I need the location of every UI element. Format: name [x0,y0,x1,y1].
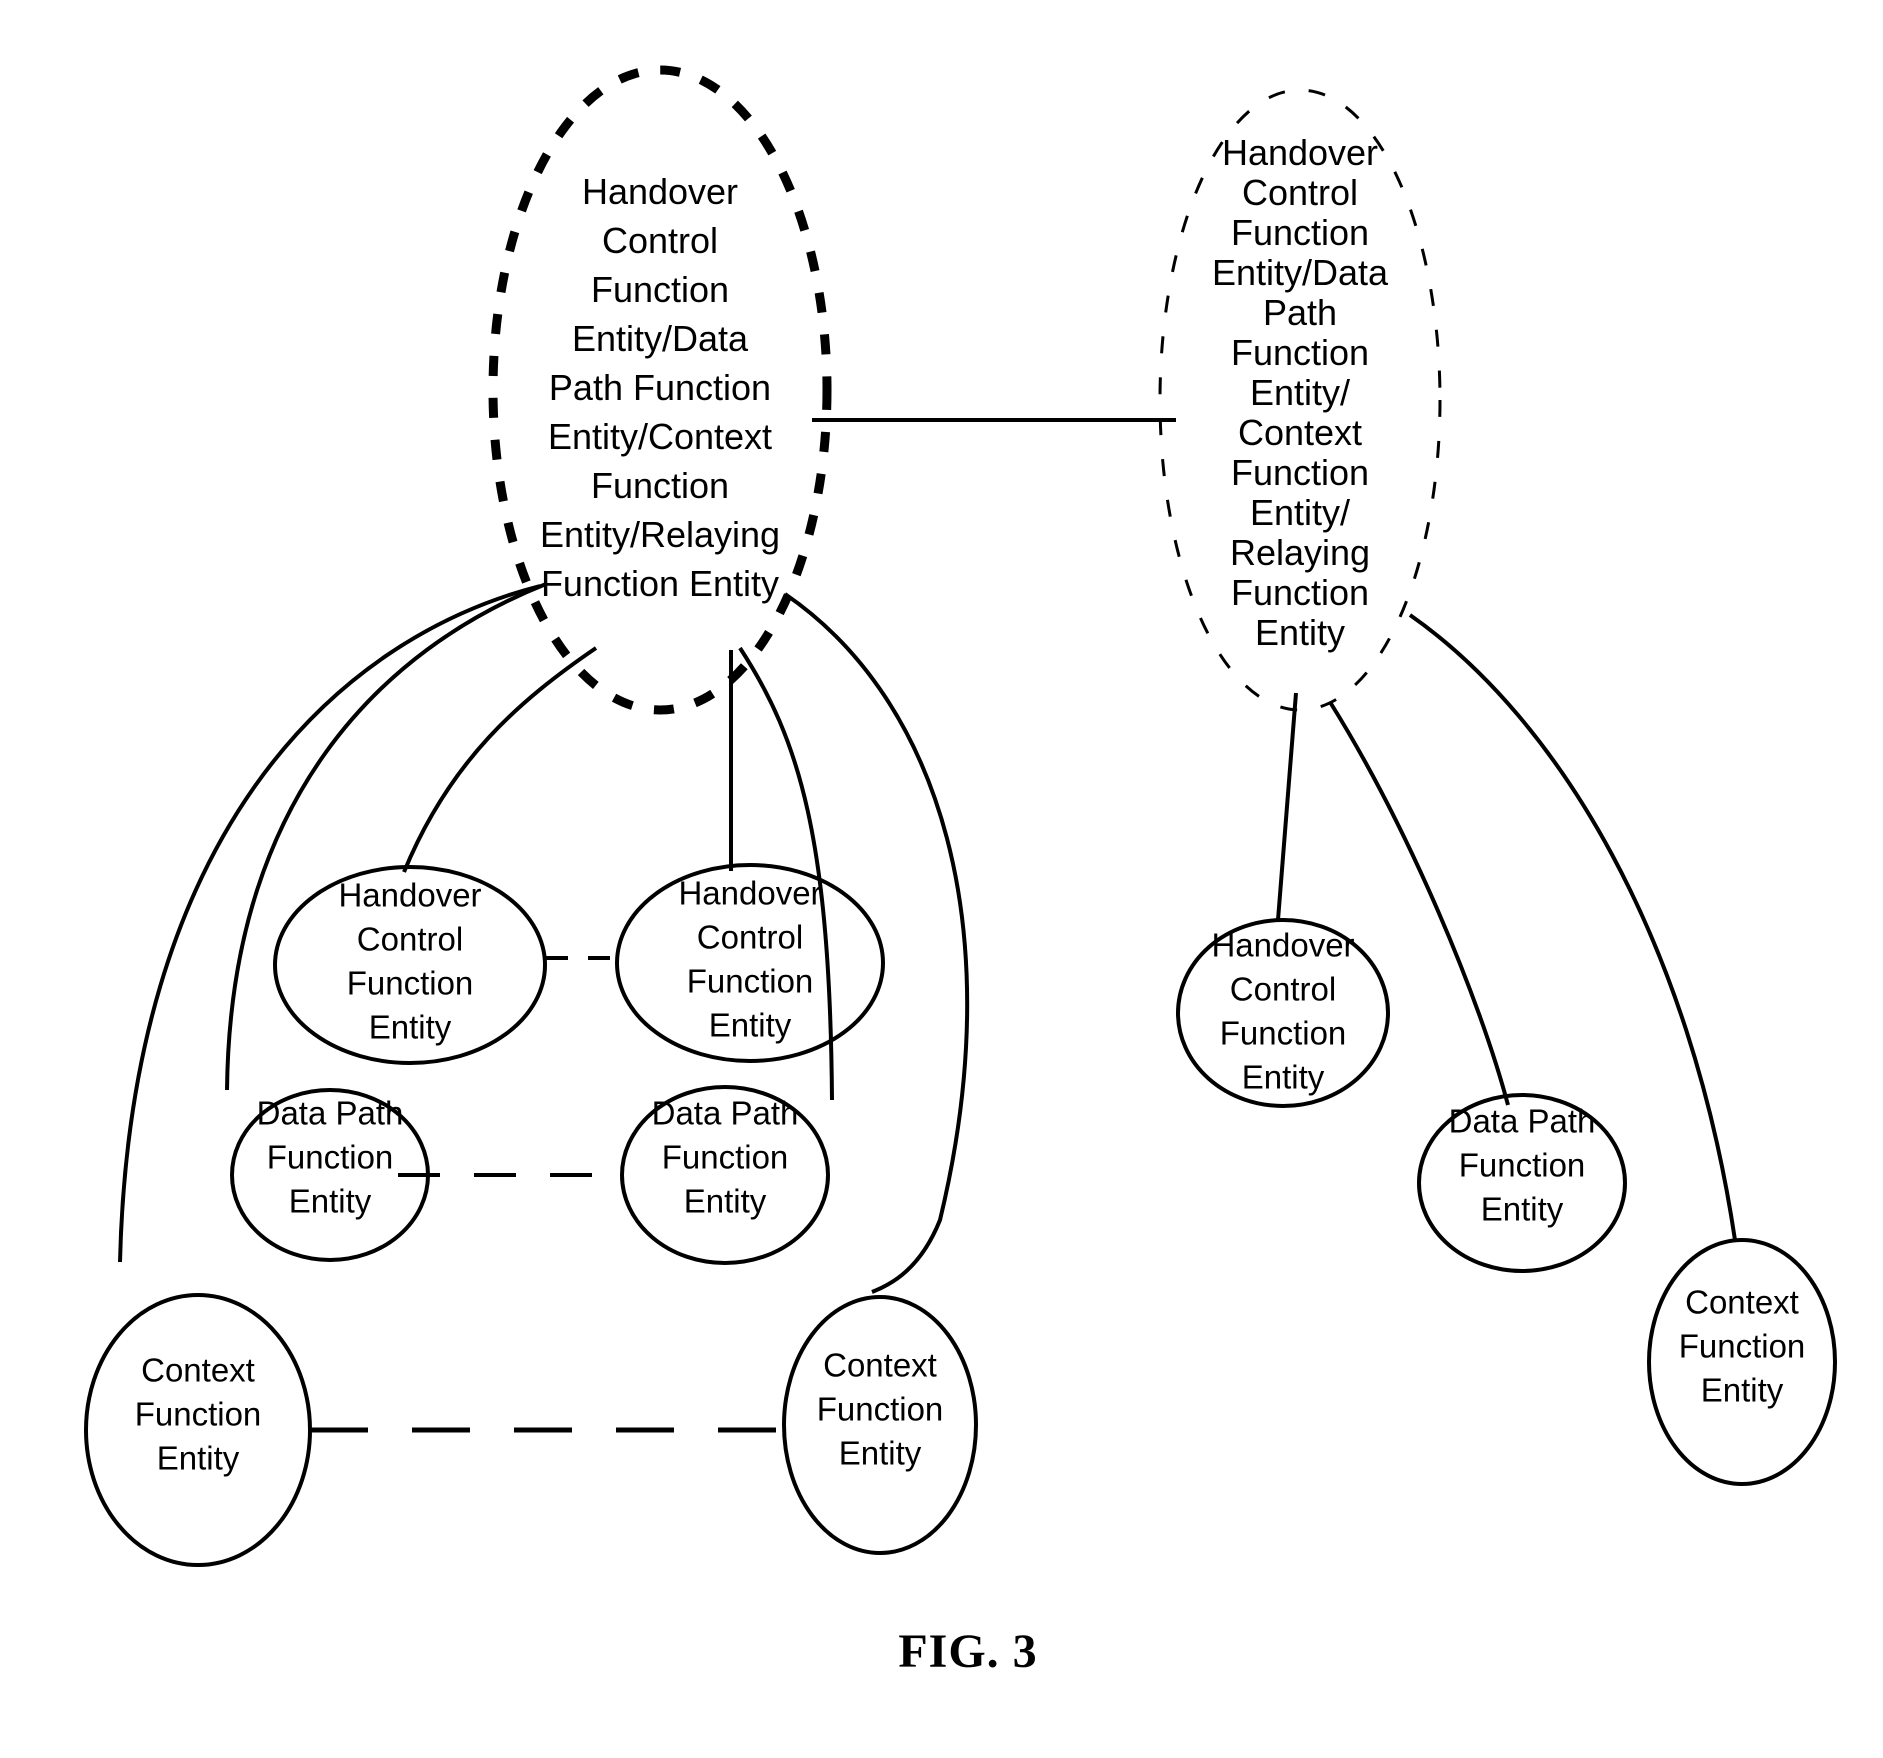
left-group-line-2: Function [591,269,729,310]
node-dpfe-right-1-line-2: Entity [1481,1191,1564,1228]
right-group-line-7: Context [1238,412,1362,453]
right-group-line-5: Function [1231,332,1369,373]
node-dpfe-left-1-line-0: Data Path [257,1095,404,1132]
node-hcfe-right-1-line-0: Handover [1211,927,1354,964]
right-group-line-3: Entity/Data [1212,252,1389,293]
node-hcfe-left-2-line-1: Control [697,919,803,956]
patent-figure: Handover Control Function Entity/Data Pa… [0,0,1883,1758]
node-hcfe-left-1-line-3: Entity [369,1009,452,1046]
node-dpfe-right-1[interactable]: Data Path Function Entity [1417,1093,1627,1273]
left-group-line-4: Path Function [549,367,771,408]
right-group-ellipse[interactable]: Handover Control Function Entity/Data Pa… [1158,88,1442,712]
left-group-line-7: Entity/Relaying [540,514,780,555]
node-hcfe-left-2-line-0: Handover [678,875,821,912]
left-group-line-0: Handover [582,171,738,212]
node-hcfe-right-1-line-2: Function [1220,1015,1347,1052]
right-group-line-0: Handover [1222,132,1378,173]
node-dpfe-left-1-line-1: Function [267,1139,394,1176]
node-dpfe-left-1-line-2: Entity [289,1183,372,1220]
node-dpfe-left-2-line-0: Data Path [652,1095,799,1132]
node-hcfe-left-2-line-3: Entity [709,1007,792,1044]
node-hcfe-right-1[interactable]: Handover Control Function Entity [1176,918,1390,1108]
figure-caption: FIG. 3 [898,1625,1037,1678]
node-hcfe-left-2[interactable]: Handover Control Function Entity [615,863,885,1063]
node-dpfe-right-1-line-1: Function [1459,1147,1586,1184]
right-group-line-2: Function [1231,212,1369,253]
right-group-line-12: Entity [1255,612,1345,653]
node-cfe-left-2[interactable]: Context Function Entity [782,1295,978,1555]
node-dpfe-left-2[interactable]: Data Path Function Entity [620,1085,830,1265]
connector-right-group-to-dpfe-right-1 [1328,700,1510,1106]
node-dpfe-left-2-line-1: Function [662,1139,789,1176]
connector-right-group-to-hcfe-right-1 [1276,692,1298,921]
node-hcfe-left-1[interactable]: Handover Control Function Entity [273,865,547,1065]
left-group-line-6: Function [591,465,729,506]
node-dpfe-right-1-line-0: Data Path [1449,1103,1596,1140]
node-hcfe-right-1-line-3: Entity [1242,1059,1325,1096]
node-cfe-left-1[interactable]: Context Function Entity [84,1293,312,1567]
node-cfe-left-1-line-1: Function [135,1396,262,1433]
left-group-line-8: Function Entity [541,563,779,604]
connector-left-group-to-cfe-left-2 [783,592,970,1294]
node-cfe-right-1[interactable]: Context Function Entity [1647,1238,1837,1486]
right-group-line-4: Path [1263,292,1337,333]
left-group-line-1: Control [602,220,718,261]
right-group-line-1: Control [1242,172,1358,213]
node-hcfe-left-1-line-2: Function [347,965,474,1002]
node-cfe-right-1-line-2: Entity [1701,1372,1784,1409]
left-group-ellipse[interactable]: Handover Control Function Entity/Data Pa… [488,65,832,715]
connector-left-group-to-hcfe-left-1 [402,646,598,873]
right-group-line-10: Relaying [1230,532,1370,573]
left-group-line-5: Entity/Context [548,416,772,457]
node-cfe-right-1-line-0: Context [1685,1284,1799,1321]
diagram-canvas: Handover Control Function Entity/Data Pa… [84,65,1837,1678]
node-hcfe-right-1-line-1: Control [1230,971,1336,1008]
node-cfe-left-2-line-2: Entity [839,1435,922,1472]
right-group-line-11: Function [1231,572,1369,613]
node-hcfe-left-1-line-1: Control [357,921,463,958]
right-group-line-8: Function [1231,452,1369,493]
node-dpfe-left-2-line-2: Entity [684,1183,767,1220]
left-group-line-3: Entity/Data [572,318,749,359]
right-group-line-9: Entity/ [1250,492,1350,533]
node-cfe-left-2-line-0: Context [823,1347,937,1384]
node-cfe-left-1-line-0: Context [141,1352,255,1389]
node-hcfe-left-2-line-2: Function [687,963,814,1000]
node-hcfe-left-1-line-0: Handover [338,877,481,914]
right-group-line-6: Entity/ [1250,372,1350,413]
node-cfe-left-2-line-1: Function [817,1391,944,1428]
node-cfe-left-1-line-2: Entity [157,1440,240,1477]
node-cfe-right-1-line-1: Function [1679,1328,1806,1365]
